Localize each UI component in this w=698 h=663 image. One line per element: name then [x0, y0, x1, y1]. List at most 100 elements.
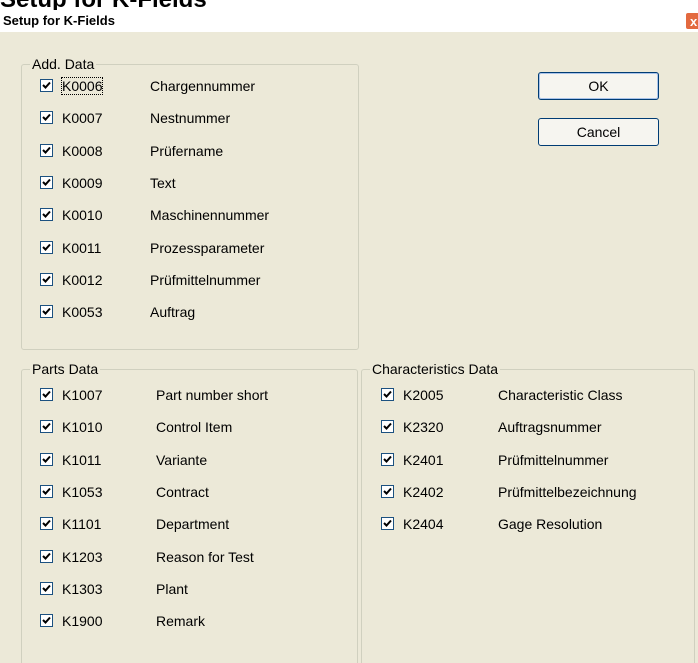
checkbox-row-k0012[interactable]: K0012 Prüfmittelnummer: [40, 271, 354, 291]
checkbox-k2402[interactable]: [381, 484, 394, 498]
field-code: K2404: [403, 516, 444, 533]
checkbox-k0053[interactable]: [40, 305, 53, 319]
checkbox-row-k1010[interactable]: K1010 Control Item: [40, 418, 353, 438]
checkbox-k2320[interactable]: [381, 420, 394, 434]
checkmark-icon: [383, 390, 392, 398]
field-label: Remark: [156, 613, 206, 630]
field-code: K1203: [62, 548, 103, 565]
field-code: K2401: [403, 451, 444, 468]
checkmark-icon: [42, 146, 51, 154]
checkbox-k0006[interactable]: [40, 79, 53, 92]
field-code: K1101: [62, 516, 102, 533]
checkbox-k1203[interactable]: [40, 549, 53, 563]
dialog-title: Setup for K-Fields: [3, 13, 115, 28]
field-code: K1900: [62, 613, 103, 630]
checkbox-row-k2005[interactable]: K2005 Characteristic Class: [381, 386, 690, 406]
field-label: Prozessparameter: [150, 239, 265, 256]
checkbox-row-k0006[interactable]: K0006 Chargennummer: [40, 77, 354, 97]
checkbox-row-k1101[interactable]: K1101 Department: [40, 515, 353, 535]
checkbox-k1011[interactable]: [40, 452, 53, 466]
field-code: K0009: [62, 174, 103, 191]
checkbox-k0012[interactable]: [40, 272, 53, 286]
checkbox-row-k1007[interactable]: K1007 Part number short: [40, 386, 353, 406]
field-code: K0006: [60, 77, 104, 95]
checkbox-row-k1203[interactable]: K1203 Reason for Test: [40, 548, 353, 568]
characteristics-data-group: Characteristics Data K2005 Characteristic…: [361, 361, 695, 663]
field-label: Prüfmittelnummer: [150, 271, 261, 288]
field-code: K0010: [62, 207, 103, 224]
checkbox-k0010[interactable]: [40, 208, 53, 222]
checkbox-row-k1053[interactable]: K1053 Contract: [40, 483, 353, 503]
checkbox-row-k1303[interactable]: K1303 Plant: [40, 580, 353, 600]
checkmark-icon: [42, 178, 51, 186]
field-code: K0007: [62, 110, 103, 127]
field-code: K0008: [62, 142, 103, 159]
checkmark-icon: [42, 487, 51, 495]
parts-data-legend: Parts Data: [30, 361, 101, 377]
checkbox-row-k2402[interactable]: K2402 Prüfmittelbezeichnung: [381, 483, 690, 503]
field-code: K1010: [62, 419, 103, 436]
add-data-group: Add. Data K0006 Chargennummer K0007 Nestnum…: [21, 56, 359, 350]
checkbox-k0008[interactable]: [40, 143, 53, 157]
ok-button[interactable]: OK: [538, 72, 659, 100]
checkmark-icon: [42, 584, 51, 592]
checkbox-row-k2401[interactable]: K2401 Prüfmittelnummer: [381, 451, 690, 471]
field-code: K0053: [62, 304, 103, 321]
checkbox-k2401[interactable]: [381, 452, 394, 466]
checkbox-k0007[interactable]: [40, 111, 53, 125]
field-label: Plant: [156, 580, 188, 597]
cancel-button[interactable]: Cancel: [538, 118, 659, 146]
field-label: Contract: [156, 483, 209, 500]
checkmark-icon: [42, 275, 51, 283]
parts-data-group: Parts Data K1007 Part number short K1010 Co…: [21, 361, 358, 663]
checkbox-k1053[interactable]: [40, 484, 53, 498]
field-label: Auftragsnummer: [498, 419, 602, 436]
field-label: Auftrag: [150, 304, 196, 321]
checkmark-icon: [42, 616, 51, 625]
checkmark-icon: [42, 114, 51, 122]
checkbox-row-k0011[interactable]: K0011 Prozessparameter: [40, 239, 354, 259]
checkbox-row-k0010[interactable]: K0010 Maschinennummer: [40, 206, 354, 226]
checkbox-k0009[interactable]: [40, 175, 53, 189]
close-button[interactable]: x: [685, 12, 698, 30]
checkbox-k2404[interactable]: [381, 517, 394, 531]
checkbox-k1101[interactable]: [40, 517, 53, 531]
checkmark-icon: [42, 243, 51, 251]
dialog-titlebar[interactable]: Setup for K-Fields x: [0, 10, 698, 32]
field-label: Department: [156, 516, 230, 533]
field-label: Text: [150, 174, 176, 191]
field-label: Prüfmittelnummer: [498, 451, 609, 468]
field-label: Gage Resolution: [498, 516, 603, 533]
dialog-client: Add. Data K0006 Chargennummer K0007 Nestnum…: [0, 32, 698, 663]
checkbox-row-k2320[interactable]: K2320 Auftragsnummer: [381, 418, 690, 438]
characteristics-data-legend: Characteristics Data: [370, 361, 501, 377]
checkmark-icon: [42, 307, 51, 316]
field-label: Maschinennummer: [150, 207, 270, 224]
field-label: Characteristic Class: [498, 387, 623, 403]
checkbox-row-k0007[interactable]: K0007 Nestnummer: [40, 109, 354, 129]
checkbox-k1900[interactable]: [40, 614, 53, 628]
field-code: K2005: [403, 387, 444, 403]
checkbox-row-k0008[interactable]: K0008 Prüfername: [40, 142, 354, 162]
checkmark-icon: [383, 487, 392, 495]
checkmark-icon: [42, 211, 51, 219]
field-label: Reason for Test: [156, 548, 254, 565]
checkbox-row-k0009[interactable]: K0009 Text: [40, 174, 354, 194]
checkmark-icon: [383, 423, 392, 431]
field-label: Control Item: [156, 419, 233, 436]
field-label: Part number short: [156, 387, 269, 403]
field-label: Variante: [156, 451, 208, 468]
checkmark-icon: [42, 81, 51, 89]
checkbox-row-k2404[interactable]: K2404 Gage Resolution: [381, 515, 690, 535]
checkbox-k1010[interactable]: [40, 420, 53, 434]
checkbox-row-k1011[interactable]: K1011 Variante: [40, 451, 353, 471]
checkbox-row-k0053[interactable]: K0053 Auftrag: [40, 303, 354, 323]
checkbox-k1303[interactable]: [40, 581, 53, 595]
checkmark-icon: [42, 423, 51, 431]
field-label: Prüfmittelbezeichnung: [498, 483, 637, 500]
checkbox-row-k1900[interactable]: K1900 Remark: [40, 612, 353, 632]
field-code: K1053: [62, 483, 103, 500]
checkbox-k2005[interactable]: [381, 388, 394, 401]
checkbox-k0011[interactable]: [40, 240, 53, 254]
checkbox-k1007[interactable]: [40, 388, 53, 401]
